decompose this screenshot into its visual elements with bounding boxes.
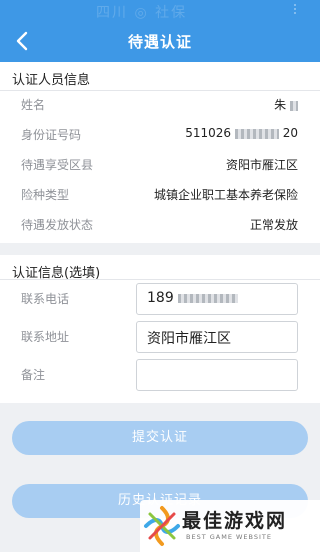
watermark-title: 最佳游戏网 xyxy=(182,510,288,532)
phone-field[interactable]: 189 xyxy=(136,283,298,315)
id-number-prefix: 511026 xyxy=(185,126,232,140)
name-label: 姓名 xyxy=(21,98,46,112)
nav-bar: 待遇认证 xyxy=(0,20,320,62)
status-bar-ghost-text: 四川 ◎ 社保 xyxy=(96,5,188,21)
district-value: 资阳市雁江区 xyxy=(225,158,298,172)
insurance-type-label: 险种类型 xyxy=(21,188,70,202)
personnel-info-card: 认证人员信息 姓名 朱 身份证号码 511026 20 待遇享受区县 资阳市雁江… xyxy=(0,62,320,243)
address-label: 联系地址 xyxy=(21,330,70,344)
id-number-label: 身份证号码 xyxy=(21,128,82,142)
site-watermark: 最佳游戏网 BEST GAME WEBSITE xyxy=(140,500,320,552)
redaction-mask xyxy=(178,293,239,303)
submit-auth-button[interactable]: 提交认证 xyxy=(12,421,308,455)
redaction-mask xyxy=(234,128,279,139)
watermark-subtitle: BEST GAME WEBSITE xyxy=(186,533,272,541)
phone-field-value: 189 xyxy=(147,290,174,306)
id-number-suffix: 20 xyxy=(282,126,298,140)
phone-label: 联系电话 xyxy=(21,292,70,306)
name-text: 朱 xyxy=(274,98,287,112)
divider xyxy=(0,90,320,91)
insurance-type-value: 城镇企业职工基本养老保险 xyxy=(153,188,298,202)
auth-info-card: 认证信息(选填) 联系电话 189 联系地址 资阳市雁江区 备注 xyxy=(0,255,320,403)
payment-status-value: 正常发放 xyxy=(249,218,298,232)
status-bar: 四川 ◎ 社保 xyxy=(0,0,320,21)
remark-label: 备注 xyxy=(21,368,46,382)
payment-status-label: 待遇发放状态 xyxy=(21,218,94,232)
name-value: 朱 xyxy=(274,96,298,113)
watermark-logo-icon xyxy=(144,506,180,546)
personnel-info-title: 认证人员信息 xyxy=(12,73,91,88)
divider xyxy=(0,279,320,280)
page-title: 待遇认证 xyxy=(127,33,192,51)
id-number-value: 511026 20 xyxy=(185,126,298,140)
more-dots-icon xyxy=(294,4,298,14)
address-field[interactable]: 资阳市雁江区 xyxy=(136,321,298,353)
phone-field-text: 189 xyxy=(147,290,239,306)
redaction-mask xyxy=(290,100,298,111)
address-field-value: 资阳市雁江区 xyxy=(147,331,231,347)
remark-field[interactable] xyxy=(136,359,298,391)
district-label: 待遇享受区县 xyxy=(21,158,94,172)
